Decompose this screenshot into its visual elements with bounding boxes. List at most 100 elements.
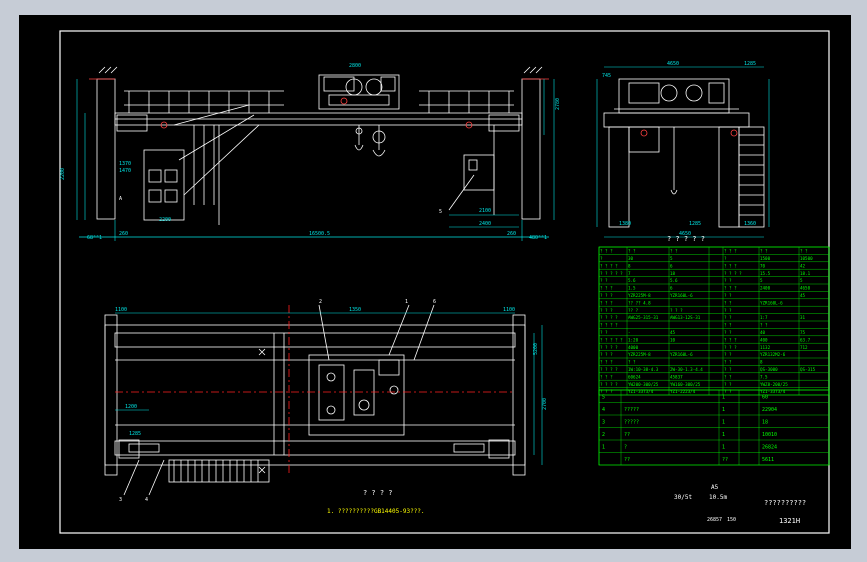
title-drawing-name: ??????????: [764, 499, 806, 507]
span-label: 16500.5: [309, 231, 330, 237]
dim-label: 2400: [479, 221, 491, 227]
parts-table-cell: ?????: [624, 407, 639, 413]
parts-table-cell: ??: [624, 457, 630, 463]
callout-2: 2: [319, 299, 322, 305]
spec-table-cell: ? ? ?: [724, 337, 737, 342]
spec-table-cell: ? ? ? ?: [600, 315, 618, 320]
side-view-labels: 4650 1285 745 1380 1285 4650 1360: [602, 61, 756, 237]
dim-label: 2200: [60, 168, 66, 180]
dim-label: 1285: [689, 221, 701, 227]
callout-3: 3: [119, 497, 122, 503]
section-marker: A: [119, 196, 122, 202]
dim-label: 260: [119, 231, 128, 237]
spec-table-cell: YWZ8-200/25: [760, 382, 788, 387]
spec-table-cell: ?: [724, 256, 727, 261]
spec-table-cell: 5: [670, 256, 673, 261]
dim-label: 1350: [349, 307, 361, 313]
title-scale: 150: [727, 517, 736, 523]
spec-table-cell: YZR160L-6: [760, 300, 783, 305]
spec-table-cell: ? ?: [628, 249, 636, 254]
spec-table-cell: 75: [800, 330, 806, 335]
callout-1: 1: [405, 299, 408, 305]
spec-table-cell: 45: [670, 330, 676, 335]
spec-table-cell: QS-3000: [760, 367, 778, 372]
dim-label: 1100: [115, 307, 127, 313]
spec-table-cell: ?? ?? 4.8: [628, 300, 651, 305]
spec-table-cell: ? ?: [724, 278, 732, 283]
dim-label: 4650: [667, 61, 679, 67]
spec-table-cell: 15.5: [760, 271, 771, 276]
parts-table: 5 1 60 4????? 1 22904 3????? 1 18 2?? 1 10010 1? 1 268…: [598, 389, 830, 466]
spec-table-cell: 18.1: [800, 271, 811, 276]
parts-table-cell: 22904: [762, 407, 777, 413]
side-view: [596, 66, 770, 238]
spec-table-cell: 10: [670, 337, 676, 342]
spec-table-cell: 31: [800, 315, 806, 320]
parts-table-cell: 5611: [762, 457, 774, 463]
technical-note: 1. ??????????GB14405-93???.: [327, 508, 425, 515]
spec-table-cell: ? ?: [600, 330, 608, 335]
title-code: 1321H: [779, 517, 800, 525]
spec-table-cell: ? ?: [628, 360, 636, 365]
spec-table-cell: 1W:10-38-4.3: [628, 367, 659, 372]
cad-drawing-viewport[interactable]: 2800 16500.5 2200 2200 1370 1470 260 278…: [19, 15, 851, 549]
spec-table-cell: 60624: [628, 374, 641, 379]
dim-label: 1380: [619, 221, 631, 227]
parts-table-cell: 1: [722, 420, 725, 426]
spec-table-cell: ? ? ?: [600, 360, 613, 365]
spec-table-cell: ? ?: [724, 382, 732, 387]
spec-table-cell: 8: [628, 263, 631, 268]
spec-table-cell: YZR225M-8: [628, 352, 651, 357]
spec-table-cell: ? ?: [724, 308, 732, 313]
spec-table-cell: ? ? ? ? ?: [600, 337, 623, 342]
parts-table-cell: ??: [722, 457, 728, 463]
spec-table-cell: 5.6: [628, 278, 636, 283]
spec-table-cell: 7.5: [760, 374, 768, 379]
spec-table-cell: ? ?: [760, 249, 768, 254]
spec-table-cell: ? ? ?: [600, 293, 613, 298]
spec-table-cell: ? ? ?: [600, 300, 613, 305]
parts-table-cell: 1: [722, 432, 725, 438]
spec-table-cell: 70: [760, 263, 766, 268]
spec-table-cell: 6: [670, 286, 673, 291]
dim-label: 745: [602, 73, 611, 79]
spec-table-cell: ? ? ?: [670, 308, 683, 313]
spec-table-cell: ? ?: [724, 300, 732, 305]
parts-table-cell: ?????: [624, 420, 639, 426]
dim-label: 5200: [533, 343, 539, 355]
table-title: ? ? ? ? ?: [667, 235, 705, 243]
spec-table-cell: ? ? ? ? ?: [600, 271, 623, 276]
spec-table-cell: 4000: [628, 345, 639, 350]
spec-table-cell: ? ?: [724, 367, 732, 372]
spec-table-cell: 1:7: [760, 315, 768, 320]
spec-table-cell: ? ?: [760, 323, 768, 328]
spec-table-cell: YZR160L-6: [670, 352, 693, 357]
spec-table-cell: ? ? ?: [600, 249, 613, 254]
spec-table-cell: 2W-30-1.3-4.4: [670, 367, 703, 372]
spec-table-cell: ? ?: [724, 330, 732, 335]
spec-table-cell: YW200-300/25: [628, 382, 659, 387]
spec-table-cell: ? ?: [724, 352, 732, 357]
dim-label: 2700: [542, 398, 548, 410]
spec-table-cell: ? ?: [800, 249, 808, 254]
spec-table-cell: 1.5: [628, 286, 636, 291]
spec-table-cell: AWG13-12S-31: [670, 315, 701, 320]
parts-table-cell: 1: [722, 407, 725, 413]
dim-label: 1285: [744, 61, 756, 67]
dim-label: 1360: [744, 221, 756, 227]
spec-table-cell: 8: [760, 360, 763, 365]
spec-table-cell: YZR225M-8: [628, 293, 651, 298]
title-span: 10.5m: [709, 494, 727, 501]
spec-table-cell: 45: [800, 293, 806, 298]
spec-table-cell: 712: [800, 345, 808, 350]
spec-table-cell: ? ? ?: [724, 345, 737, 350]
dim-label: 260: [507, 231, 516, 237]
parts-table-cell: 2: [602, 432, 605, 438]
parts-table-cell: ?: [624, 445, 627, 451]
spec-table-cell: -: [628, 330, 631, 335]
dim-label: 68°°1: [87, 235, 102, 241]
spec-table-cell: ? ? ?: [724, 249, 737, 254]
callout-5: 5: [439, 209, 442, 215]
callout-6: 6: [433, 299, 436, 305]
parts-table-cell: 5: [602, 395, 605, 401]
